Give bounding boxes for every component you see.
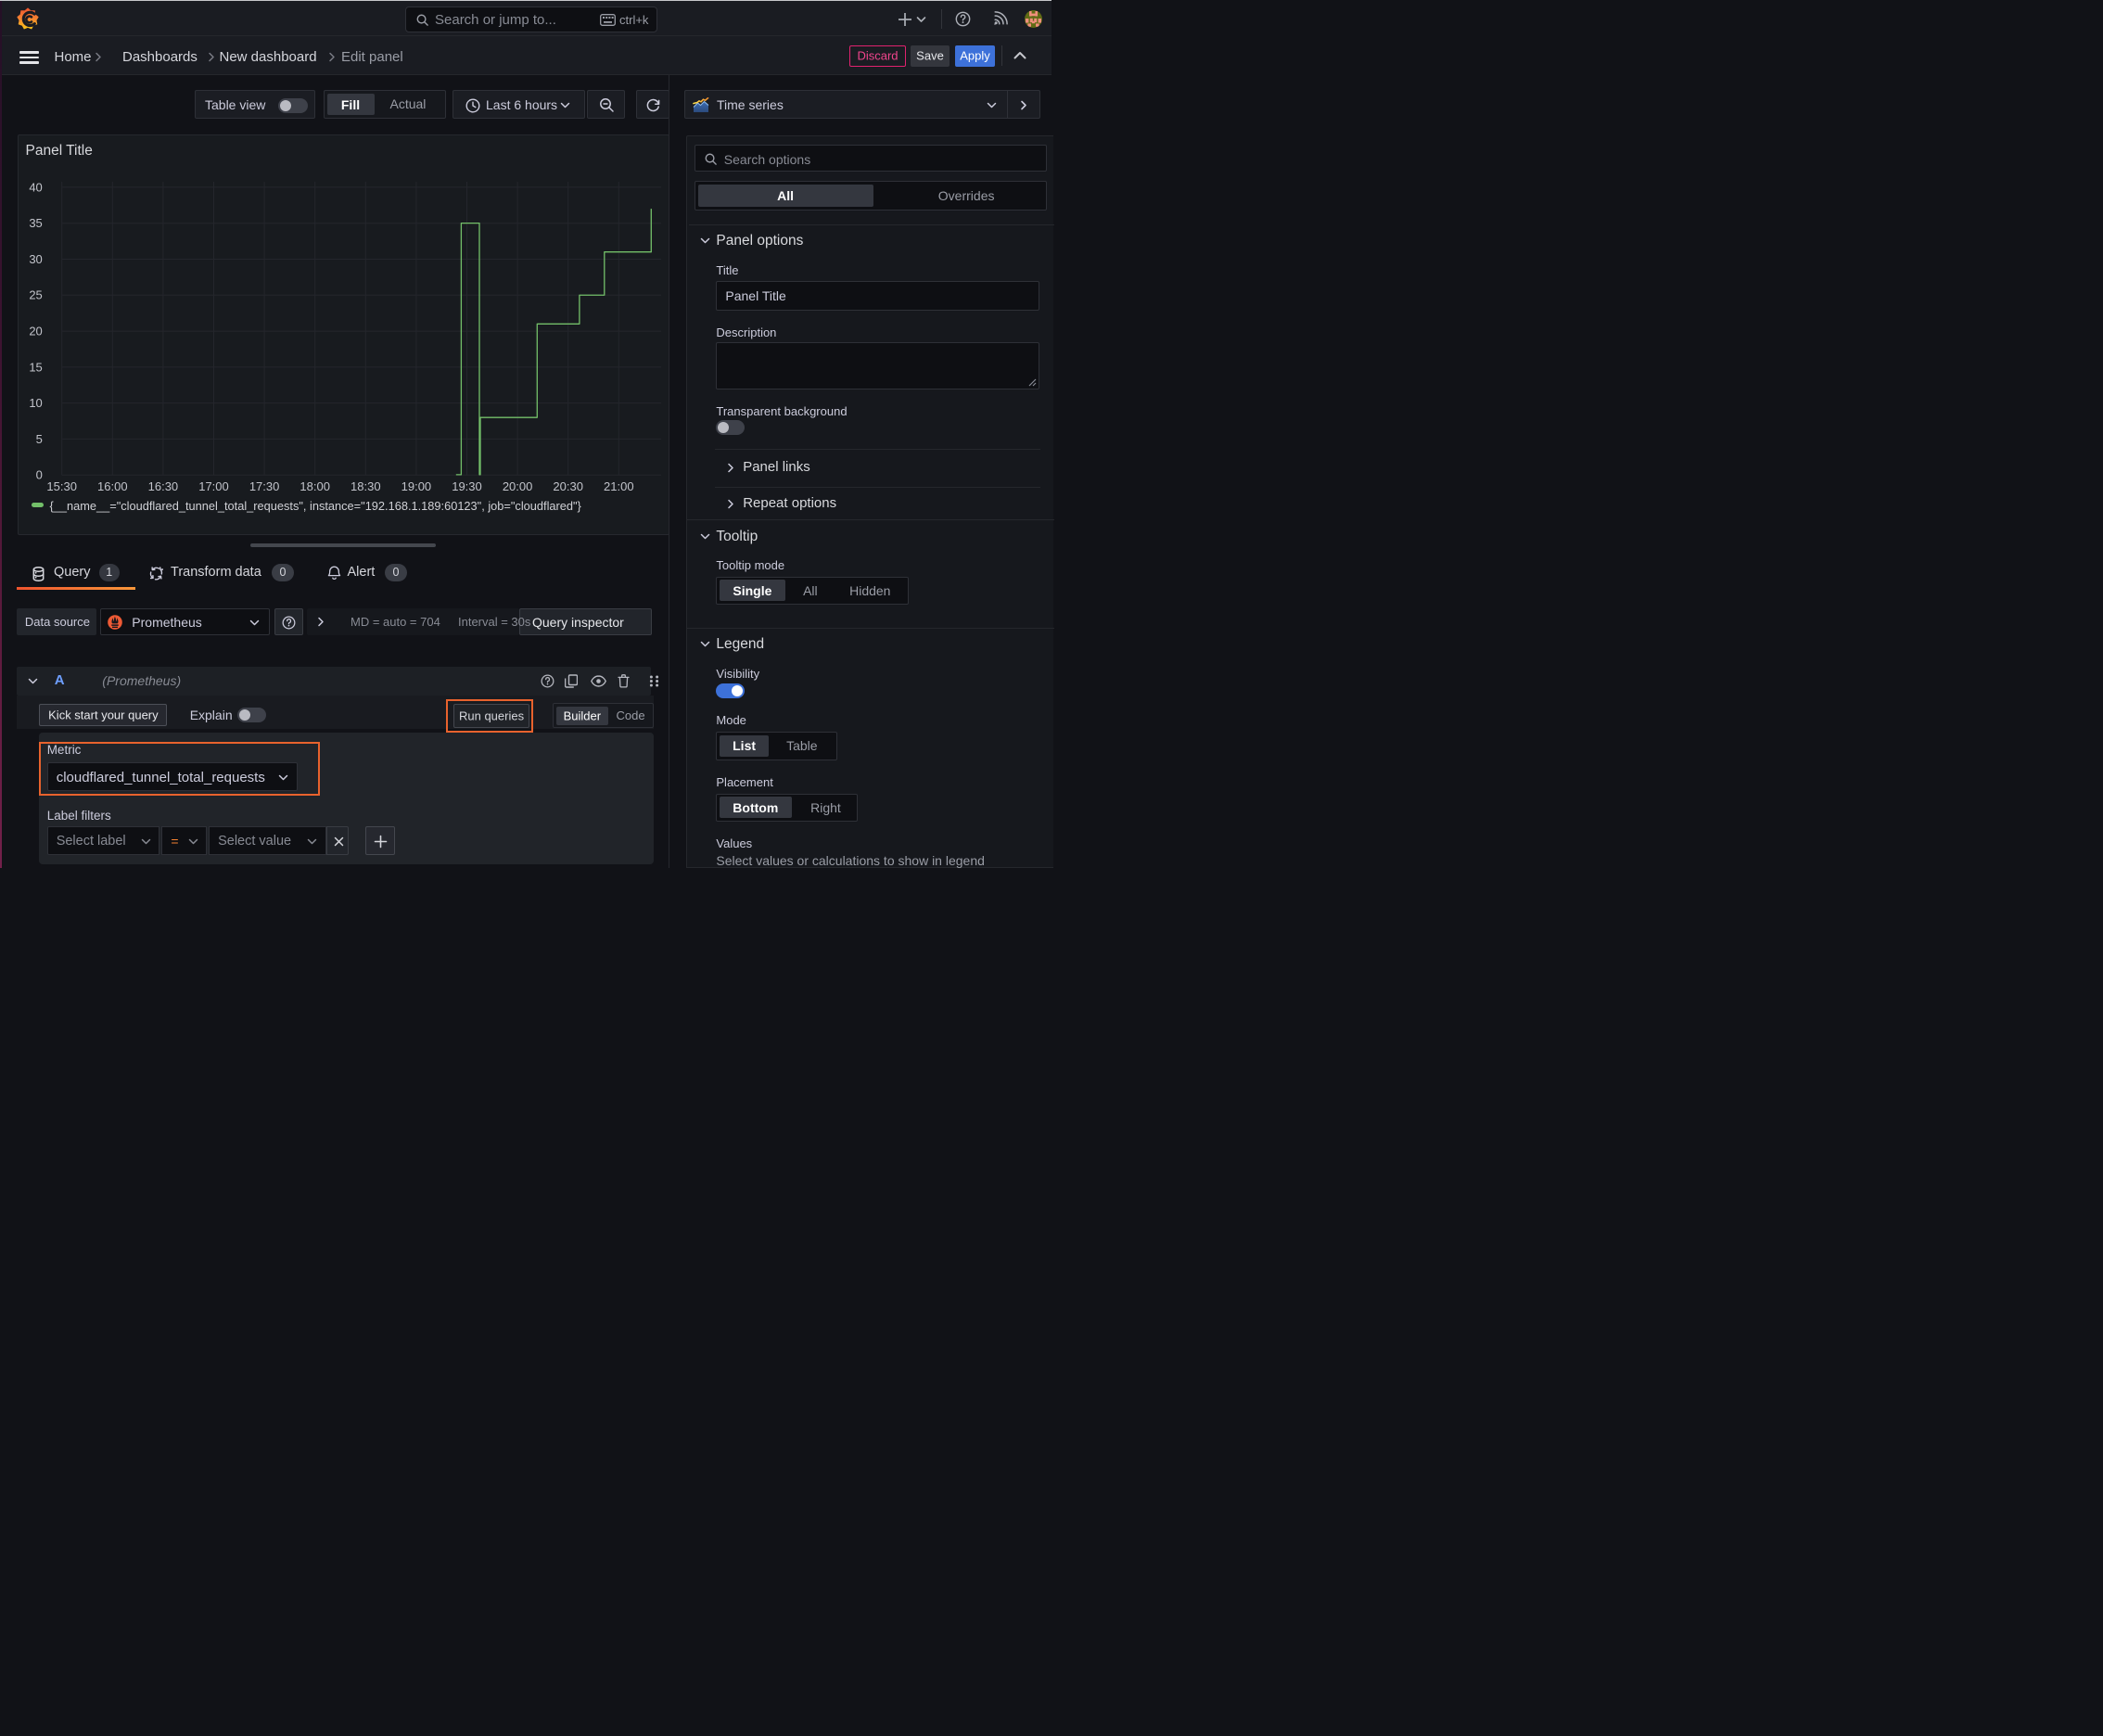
svg-text:16:00: 16:00 [97, 479, 128, 493]
svg-text:19:00: 19:00 [401, 479, 432, 493]
svg-text:20:00: 20:00 [503, 479, 533, 493]
svg-text:18:00: 18:00 [300, 479, 330, 493]
svg-text:21:00: 21:00 [604, 479, 634, 493]
svg-text:18:30: 18:30 [350, 479, 381, 493]
svg-text:35: 35 [29, 216, 42, 230]
svg-text:5: 5 [36, 432, 43, 446]
svg-text:20: 20 [29, 325, 42, 338]
svg-text:30: 30 [29, 252, 42, 266]
svg-text:17:00: 17:00 [198, 479, 229, 493]
svg-text:25: 25 [29, 288, 42, 302]
svg-text:40: 40 [29, 180, 42, 194]
svg-text:0: 0 [36, 468, 43, 482]
svg-text:17:30: 17:30 [249, 479, 280, 493]
svg-text:16:30: 16:30 [148, 479, 179, 493]
svg-text:20:30: 20:30 [553, 479, 583, 493]
svg-text:15: 15 [29, 360, 42, 374]
svg-text:19:30: 19:30 [452, 479, 482, 493]
svg-text:15:30: 15:30 [46, 479, 77, 493]
svg-text:10: 10 [29, 396, 42, 410]
